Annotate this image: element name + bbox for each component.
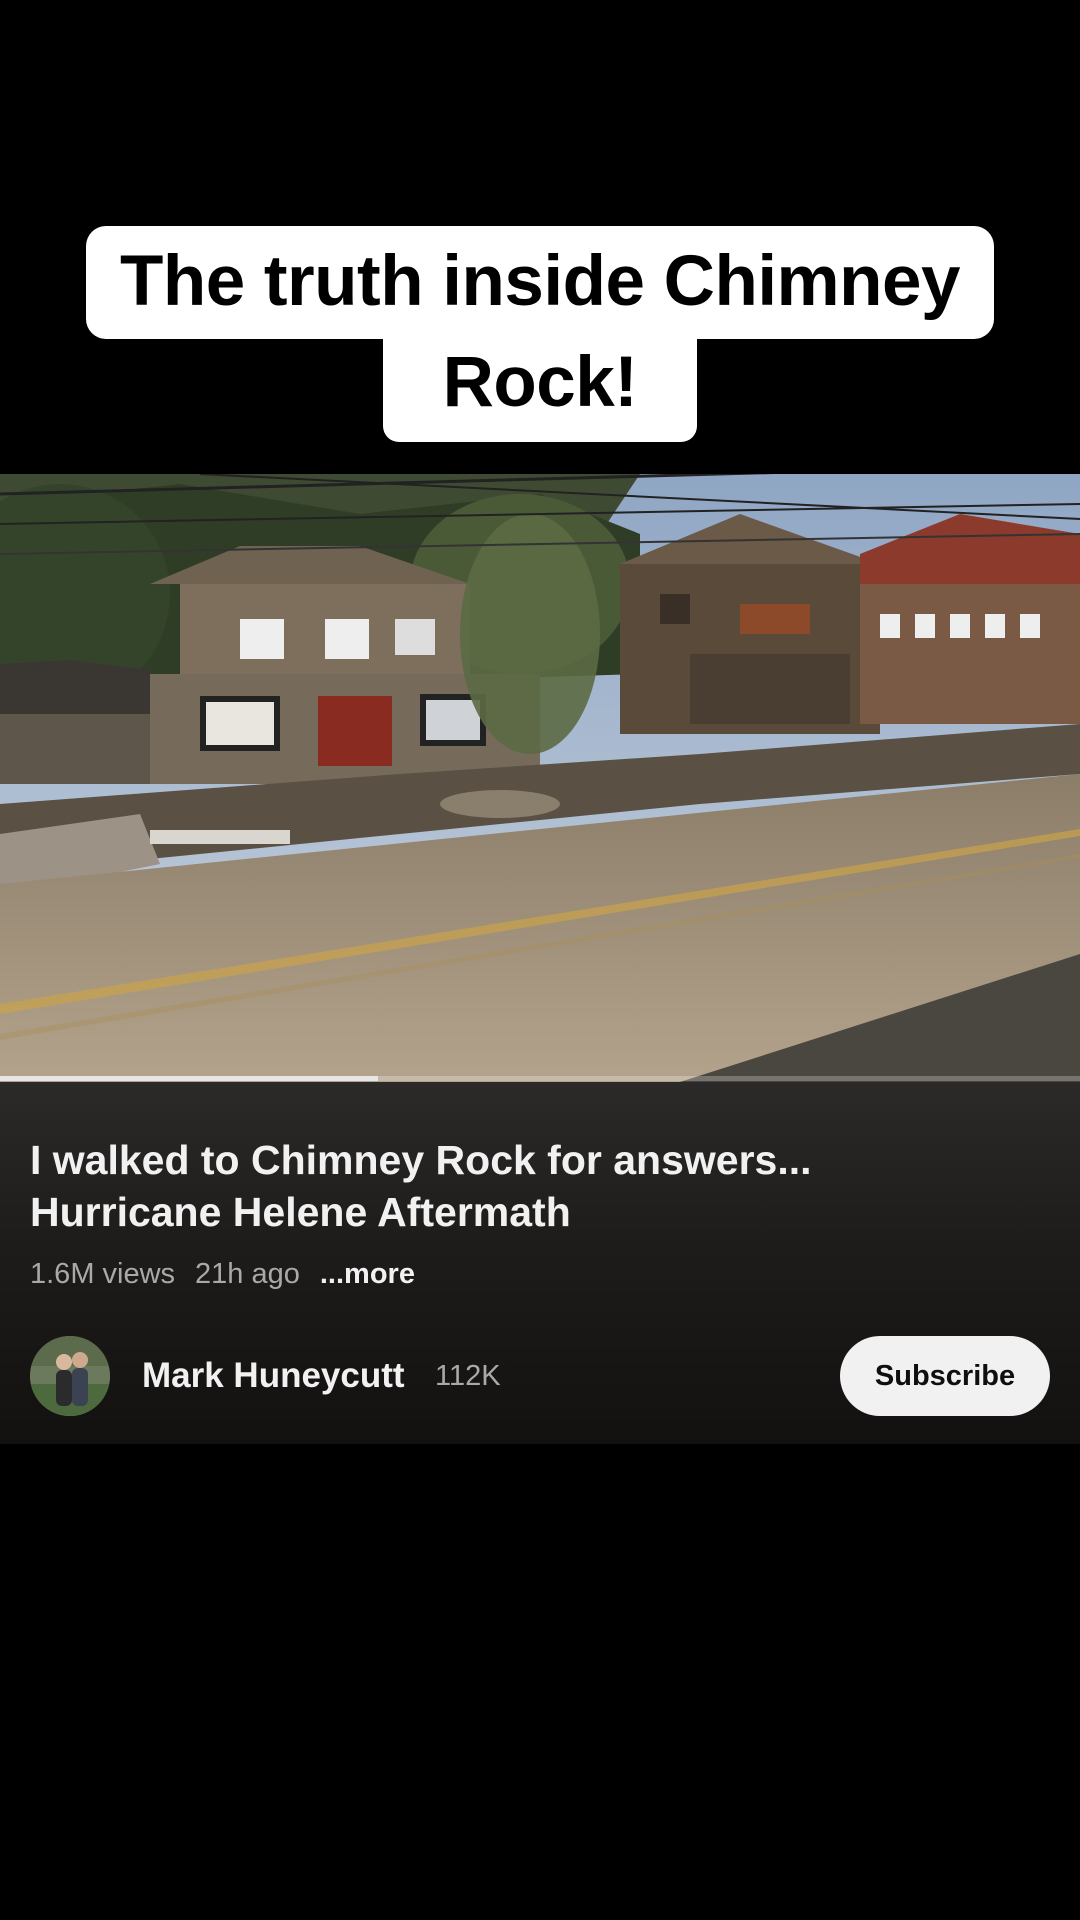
caption-line-2: Rock! bbox=[382, 339, 698, 442]
avatar-image bbox=[30, 1336, 110, 1416]
channel-name[interactable]: Mark Huneycutt bbox=[142, 1356, 405, 1396]
tiktok-frame: The truth inside Chimney Rock! I walked … bbox=[0, 0, 1080, 1920]
video-progress-bar[interactable] bbox=[0, 1076, 1080, 1081]
video-title-line-2: Hurricane Helene Aftermath bbox=[30, 1189, 571, 1235]
caption-overlay: The truth inside Chimney Rock! bbox=[0, 226, 1080, 442]
channel-row: Mark Huneycutt 112K Subscribe bbox=[30, 1336, 1050, 1418]
subscriber-count: 112K bbox=[435, 1360, 501, 1392]
more-link[interactable]: ...more bbox=[320, 1258, 415, 1291]
subscribe-button[interactable]: Subscribe bbox=[840, 1336, 1050, 1416]
upload-age: 21h ago bbox=[195, 1258, 300, 1290]
video-title[interactable]: I walked to Chimney Rock for answers... … bbox=[30, 1134, 1040, 1238]
video-progress-fill bbox=[0, 1076, 378, 1081]
video-title-line-1: I walked to Chimney Rock for answers... bbox=[30, 1137, 812, 1183]
caption-line-1: The truth inside Chimney bbox=[85, 226, 995, 339]
video-meta: 1.6M views 21h ago ...more bbox=[30, 1258, 415, 1291]
video-player[interactable] bbox=[0, 474, 1080, 1082]
video-info-panel: I walked to Chimney Rock for answers... … bbox=[0, 1082, 1080, 1444]
view-count: 1.6M views bbox=[30, 1258, 176, 1290]
channel-avatar[interactable] bbox=[30, 1336, 110, 1416]
video-thumbnail-image bbox=[0, 474, 1080, 1082]
